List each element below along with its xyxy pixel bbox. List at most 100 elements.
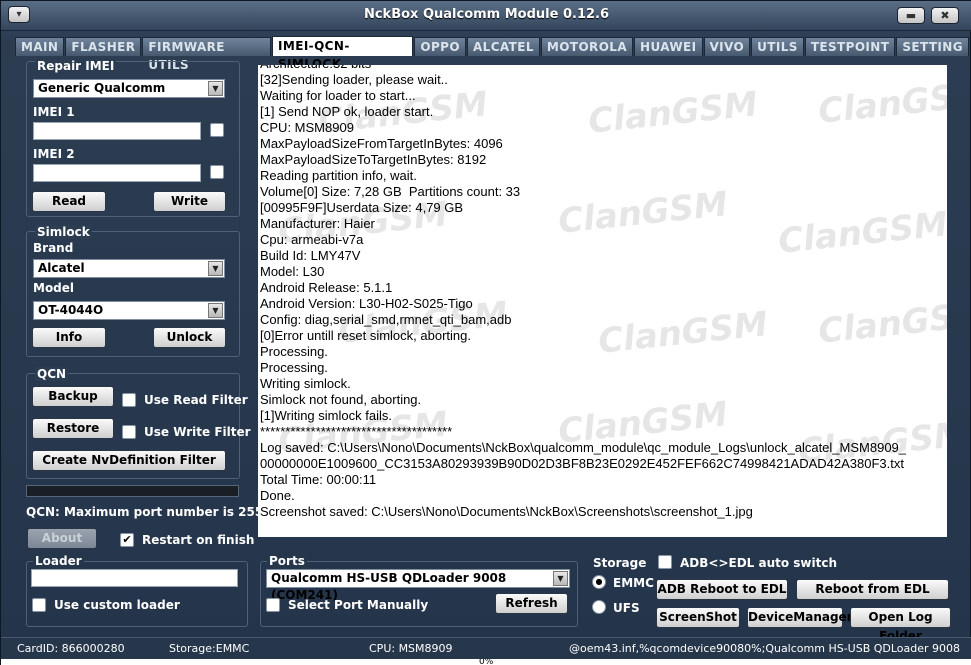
log-line: MaxPayloadSizeFromTargetInBytes: 4096 (260, 136, 503, 151)
open-log-folder-button[interactable]: Open Log Folder (850, 607, 951, 643)
device-manager-button[interactable]: DeviceManager (747, 607, 853, 628)
platform-select[interactable]: Generic Qualcomm ▼ (33, 79, 225, 98)
screenshot-button[interactable]: ScreenShot (656, 607, 740, 628)
status-bar: CardID: 866000280 Storage:EMMC CPU: MSM8… (1, 637, 971, 659)
log-line: Build Id: LMY47V (260, 248, 361, 263)
main-window: ▾ NckBox Qualcomm Module 0.12.6 ▬ ✖ MAIN… (0, 0, 971, 665)
qcn-progress-bar (26, 485, 239, 497)
log-line: MaxPayloadSizeToTargetInBytes: 8192 (260, 152, 487, 167)
brand-value: Alcatel (38, 261, 85, 275)
chevron-down-icon[interactable]: ▼ (208, 81, 223, 96)
tab-flasher[interactable]: FLASHER (65, 37, 142, 56)
log-output[interactable]: ClanGSM ClanGSM ClanGSM ClanGSM ClanGSM ClanG… (258, 65, 947, 537)
adb-reboot-edl-button[interactable]: ADB Reboot to EDL (656, 579, 788, 600)
max-port-text: QCN: Maximum port number is 255 (26, 505, 264, 519)
imei2-input[interactable] (33, 164, 201, 182)
qcn-label: QCN (35, 367, 69, 381)
use-read-filter-checkbox[interactable] (122, 393, 136, 407)
log-line: CPU: MSM8909 (260, 120, 354, 135)
log-line: Log saved: C:\Users\Nono\Documents\NckBo… (260, 440, 907, 455)
tab-firmware-utils[interactable]: FIRMWARE UTILS (142, 37, 272, 72)
backup-button[interactable]: Backup (32, 386, 114, 407)
use-custom-loader-label: Use custom loader (54, 598, 180, 612)
progress-bar: 0% (1, 659, 971, 665)
restart-on-finish-checkbox[interactable]: ✔ (120, 533, 134, 547)
log-line: Config: diag,serial_smd,rmnet_qti_bam,ad… (260, 312, 512, 327)
close-button[interactable]: ✖ (931, 7, 959, 24)
repair-imei-label: Repair IMEI (35, 59, 117, 73)
brand-select[interactable]: Alcatel ▼ (33, 259, 225, 278)
log-line: Architecture:32 bits (260, 65, 947, 72)
use-custom-loader-checkbox[interactable] (32, 598, 46, 612)
ufs-radio[interactable] (592, 600, 606, 614)
imei2-checkbox[interactable] (210, 165, 224, 179)
platform-value: Generic Qualcomm (38, 81, 166, 95)
imei1-checkbox[interactable] (210, 123, 224, 137)
log-line: Android Version: L30-H02-S025-Tigo (260, 296, 473, 311)
progress-label: 0% (479, 659, 494, 665)
tab-setting[interactable]: SETTING (896, 37, 969, 56)
tab-main[interactable]: MAIN (15, 37, 65, 56)
chevron-down-icon[interactable]: ▼ (553, 571, 568, 586)
log-line: Waiting for loader to start... (260, 88, 416, 103)
log-line: Cpu: armeabi-v7a (260, 232, 364, 247)
tab-imei-qcn-simlock[interactable]: IMEI-QCN-SIMLOCK (272, 36, 414, 71)
log-line: [32]Sending loader, please wait.. (260, 72, 448, 87)
ufs-label: UFS (613, 601, 640, 615)
tab-testpoint[interactable]: TESTPOINT (804, 37, 896, 56)
storage-label: Storage (593, 556, 647, 570)
brand-label: Brand (33, 241, 74, 255)
tab-motorola[interactable]: MOTOROLA (540, 37, 634, 56)
adb-edl-auto-switch-label: ADB<>EDL auto switch (680, 556, 838, 570)
chevron-down-icon[interactable]: ▼ (208, 261, 223, 276)
log-line: Android Release: 5.1.1 (260, 280, 393, 295)
loader-label: Loader (33, 554, 84, 568)
log-line: Model: L30 (260, 264, 325, 279)
tab-huawei[interactable]: HUAWEI (634, 37, 703, 56)
restart-on-finish-label: Restart on finish (142, 533, 255, 547)
select-port-manually-checkbox[interactable] (266, 598, 280, 612)
use-read-filter-label: Use Read Filter (144, 393, 248, 407)
emmc-label: EMMC (613, 576, 654, 590)
tab-oppo[interactable]: OPPO (414, 37, 466, 56)
adb-edl-auto-switch-checkbox[interactable] (658, 555, 672, 569)
log-line: Processing. (260, 360, 328, 375)
tab-alcatel[interactable]: ALCATEL (466, 37, 540, 56)
loader-input[interactable] (31, 569, 238, 587)
log-line: 00000000E1009600_CC3153A80293939B90D02D3… (260, 456, 904, 471)
model-select[interactable]: OT-4044O ▼ (33, 301, 225, 320)
info-button[interactable]: Info (32, 327, 106, 348)
write-button[interactable]: Write (153, 191, 226, 212)
status-cpu: CPU: MSM8909 (369, 642, 453, 655)
log-line: Screenshot saved: C:\Users\Nono\Document… (260, 504, 753, 519)
log-line: Processing. (260, 344, 328, 359)
use-write-filter-label: Use Write Filter (144, 425, 251, 439)
log-line: Total Time: 00:00:11 (260, 472, 377, 487)
window-title: NckBox Qualcomm Module 0.12.6 (363, 7, 610, 22)
create-nvdefinition-filter-button[interactable]: Create NvDefinition Filter (32, 450, 226, 471)
restore-button[interactable]: Restore (32, 418, 114, 439)
use-write-filter-checkbox[interactable] (122, 425, 136, 439)
chevron-down-icon[interactable]: ▼ (208, 303, 223, 318)
model-value: OT-4044O (38, 303, 104, 317)
port-select[interactable]: Qualcomm HS-USB QDLoader 9008 (COM241) ▼ (266, 569, 570, 602)
status-storage: Storage:EMMC (169, 642, 250, 655)
status-card-id: CardID: 866000280 (17, 642, 125, 655)
log-line: Writing simlock. (260, 376, 351, 391)
status-port: @oem43.inf,%qcomdevice90080%;Qualcomm HS… (569, 642, 961, 655)
minimize-button[interactable]: ▬ (897, 7, 925, 24)
tab-utils[interactable]: UTILS (751, 37, 804, 56)
imei1-label: IMEI 1 (33, 105, 75, 119)
log-line: ************************************** (260, 424, 453, 439)
emmc-radio[interactable]: ● (592, 575, 606, 589)
log-line: Volume[0] Size: 7,28 GB Partitions count… (260, 184, 521, 199)
log-line: Done. (260, 488, 295, 503)
refresh-button[interactable]: Refresh (495, 593, 568, 614)
reboot-from-edl-button[interactable]: Reboot from EDL (796, 579, 949, 600)
tab-vivo[interactable]: VIVO (703, 37, 751, 56)
unlock-button[interactable]: Unlock (153, 327, 226, 348)
read-button[interactable]: Read (32, 191, 106, 212)
imei1-input[interactable] (33, 122, 201, 140)
title-bar: ▾ NckBox Qualcomm Module 0.12.6 ▬ ✖ (1, 1, 971, 31)
about-button[interactable]: About (27, 528, 97, 549)
